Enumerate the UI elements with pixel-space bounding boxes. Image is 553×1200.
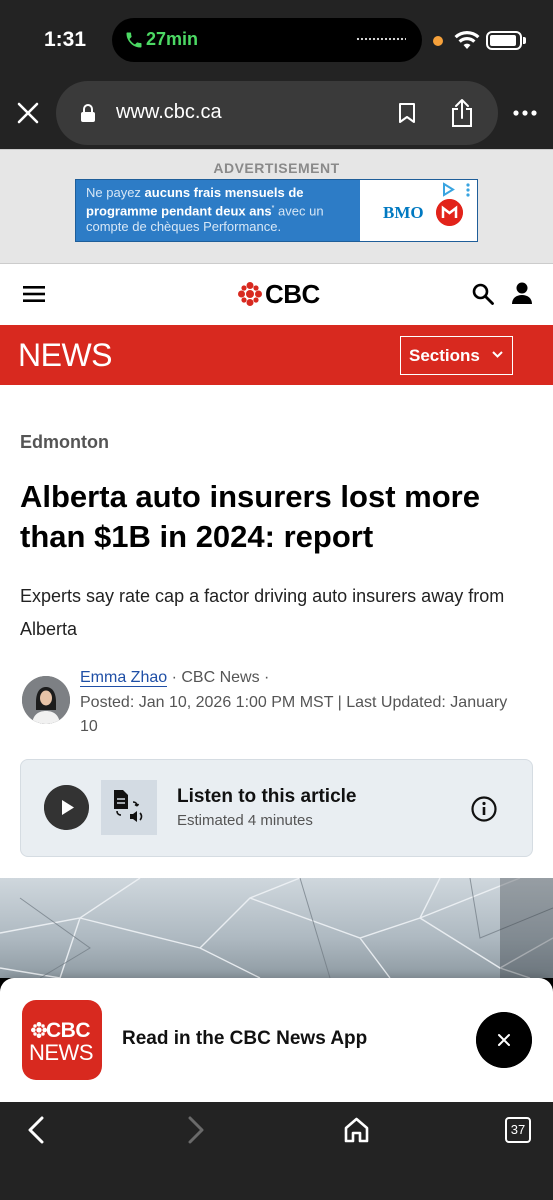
more-options-icon[interactable] <box>513 110 537 116</box>
wifi-icon <box>454 30 480 49</box>
forward-icon[interactable] <box>186 1116 206 1144</box>
article-deck: Experts say rate cap a factor driving au… <box>20 586 505 639</box>
menu-icon[interactable] <box>23 286 45 302</box>
article-byline: Emma Zhao · CBC News · Posted: Jan 10, 2… <box>80 666 520 740</box>
chevron-down-icon <box>492 351 503 358</box>
cbc-logo[interactable]: CBC <box>265 279 320 310</box>
shattered-glass-image <box>0 878 553 978</box>
call-duration: 27min <box>146 29 199 49</box>
browser-bottom-toolbar <box>0 1102 553 1200</box>
ad-text-avec: avec <box>278 203 306 219</box>
ad-copy[interactable]: Ne payez aucuns frais mensuels de progra… <box>86 185 356 235</box>
account-icon[interactable] <box>512 282 532 304</box>
lock-icon <box>81 104 95 122</box>
byline-outlet: · CBC News · <box>167 669 270 686</box>
ad-label: ADVERTISEMENT <box>213 160 340 176</box>
adchoices-icon[interactable] <box>440 181 476 198</box>
ad-brand: BMO <box>383 203 424 222</box>
article-timestamps: Posted: Jan 10, 2026 1:00 PM MST | Last … <box>80 693 508 736</box>
phone-icon <box>126 32 142 48</box>
close-banner-button[interactable] <box>476 1012 532 1068</box>
cbc-gem-icon[interactable] <box>238 282 262 306</box>
mic-in-use-indicator <box>433 36 443 46</box>
article-kicker[interactable]: Edmonton <box>20 432 109 453</box>
battery-level <box>490 35 516 46</box>
news-section-title[interactable]: NEWS <box>18 337 113 374</box>
audio-activity-indicator <box>356 37 406 41</box>
share-icon[interactable] <box>450 98 474 128</box>
author-avatar[interactable] <box>22 676 70 724</box>
home-icon[interactable] <box>343 1116 370 1144</box>
author-photo <box>22 676 70 724</box>
bmo-logo-icon <box>436 199 463 226</box>
info-icon[interactable] <box>471 796 497 822</box>
close-icon[interactable] <box>16 100 40 126</box>
article-headline: Alberta auto insurers lost more than $1B… <box>20 479 480 554</box>
battery-icon <box>486 31 522 50</box>
battery-tip <box>523 37 526 44</box>
article-hero-image[interactable] <box>0 878 553 978</box>
tabs-button[interactable]: 37 <box>505 1117 531 1143</box>
play-button[interactable] <box>44 785 89 830</box>
app-icon-news-text: NEWS <box>29 1040 94 1065</box>
listen-title[interactable]: Listen to this article <box>177 786 356 808</box>
app-promo-text[interactable]: Read in the CBC News App <box>122 1028 367 1050</box>
url-text[interactable]: www.cbc.ca <box>116 101 222 124</box>
status-time: 1:31 <box>44 28 87 51</box>
text-to-speech-icon <box>101 780 157 835</box>
back-icon[interactable] <box>26 1116 46 1144</box>
tab-count: 37 <box>510 1122 526 1137</box>
bookmark-icon[interactable] <box>397 102 417 124</box>
author-link[interactable]: Emma Zhao <box>80 669 168 687</box>
listen-duration: Estimated 4 minutes <box>177 812 313 829</box>
search-icon[interactable] <box>472 283 494 305</box>
ad-text-intro: Ne payez <box>86 185 141 200</box>
listen-player <box>20 759 533 857</box>
cbc-gem-icon <box>31 1022 47 1038</box>
sections-button-label: Sections <box>409 346 480 365</box>
